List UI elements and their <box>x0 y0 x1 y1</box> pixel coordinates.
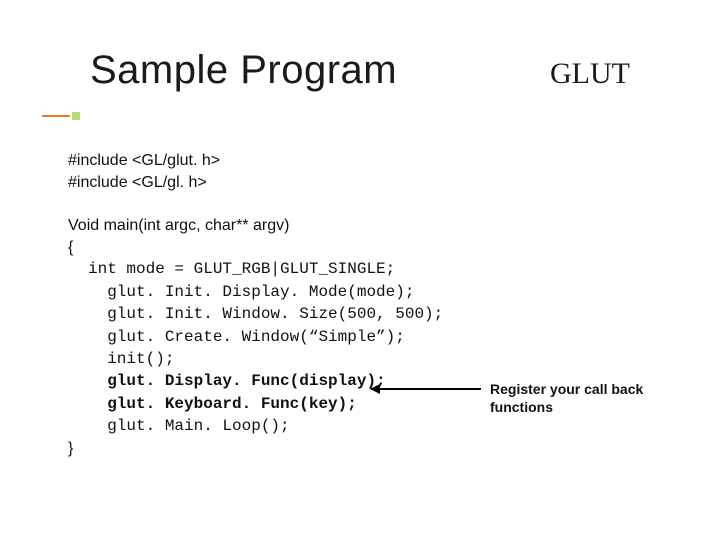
code-line-highlight: glut. Display. Func(display); <box>107 372 385 390</box>
code-line: init(); <box>107 350 174 368</box>
arrow-annotation <box>371 388 481 390</box>
accent-square <box>72 112 80 120</box>
main-signature: Void main(int argc, char** argv) <box>68 215 443 237</box>
brand-label: GLUT <box>550 57 660 91</box>
code-line: glut. Init. Window. Size(500, 500); <box>107 305 443 323</box>
code-line: glut. Init. Display. Mode(mode); <box>107 283 414 301</box>
open-brace: { <box>68 237 443 259</box>
code-block: int mode = GLUT_RGB|GLUT_SINGLE; glut. I… <box>88 258 443 437</box>
include-line: #include <GL/gl. h> <box>68 172 443 194</box>
code-line: glut. Create. Window(“Simple”); <box>107 328 405 346</box>
slide-body: #include <GL/glut. h> #include <GL/gl. h… <box>68 150 443 459</box>
code-line: glut. Main. Loop(); <box>107 417 289 435</box>
callout-text: Register your call back functions <box>490 380 690 416</box>
code-line-highlight: glut. Keyboard. Func(key); <box>107 395 357 413</box>
close-brace: } <box>68 438 443 460</box>
slide-title: Sample Program <box>90 48 397 93</box>
code-line: int mode = GLUT_RGB|GLUT_SINGLE; <box>88 260 395 278</box>
include-line: #include <GL/glut. h> <box>68 150 443 172</box>
accent-underline <box>42 115 70 117</box>
